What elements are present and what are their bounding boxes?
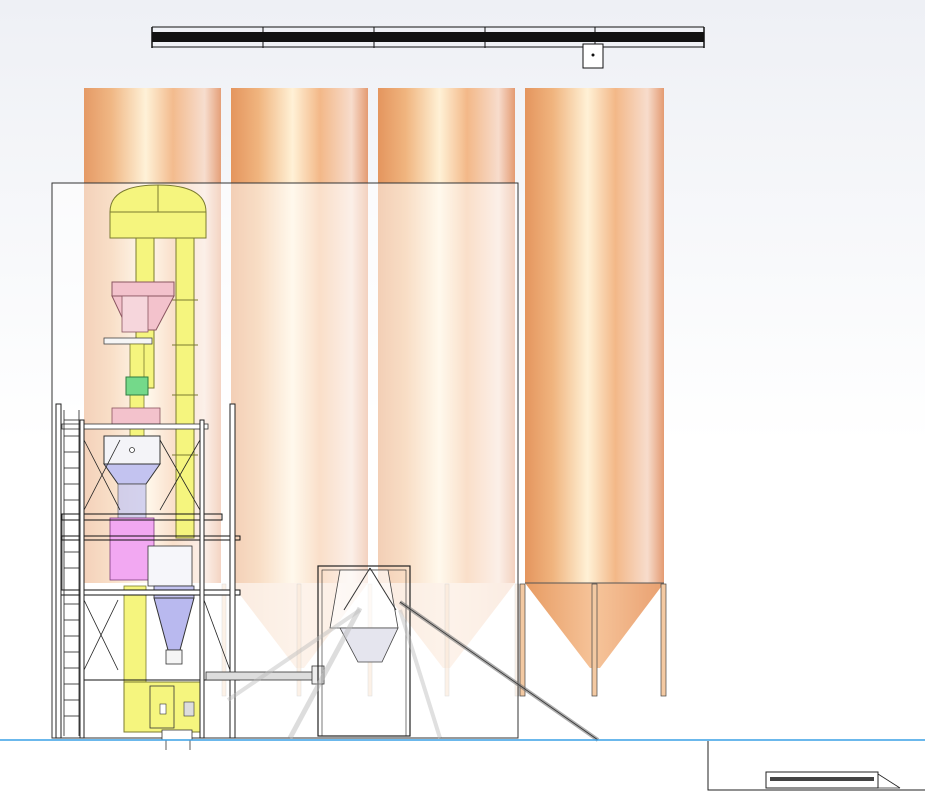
cad-viewport[interactable] [0,0,925,804]
plant-elevation-drawing [0,26,925,791]
truck-scale-pit [707,741,925,791]
silo-4 [519,88,667,697]
top-conveyor [151,26,705,69]
